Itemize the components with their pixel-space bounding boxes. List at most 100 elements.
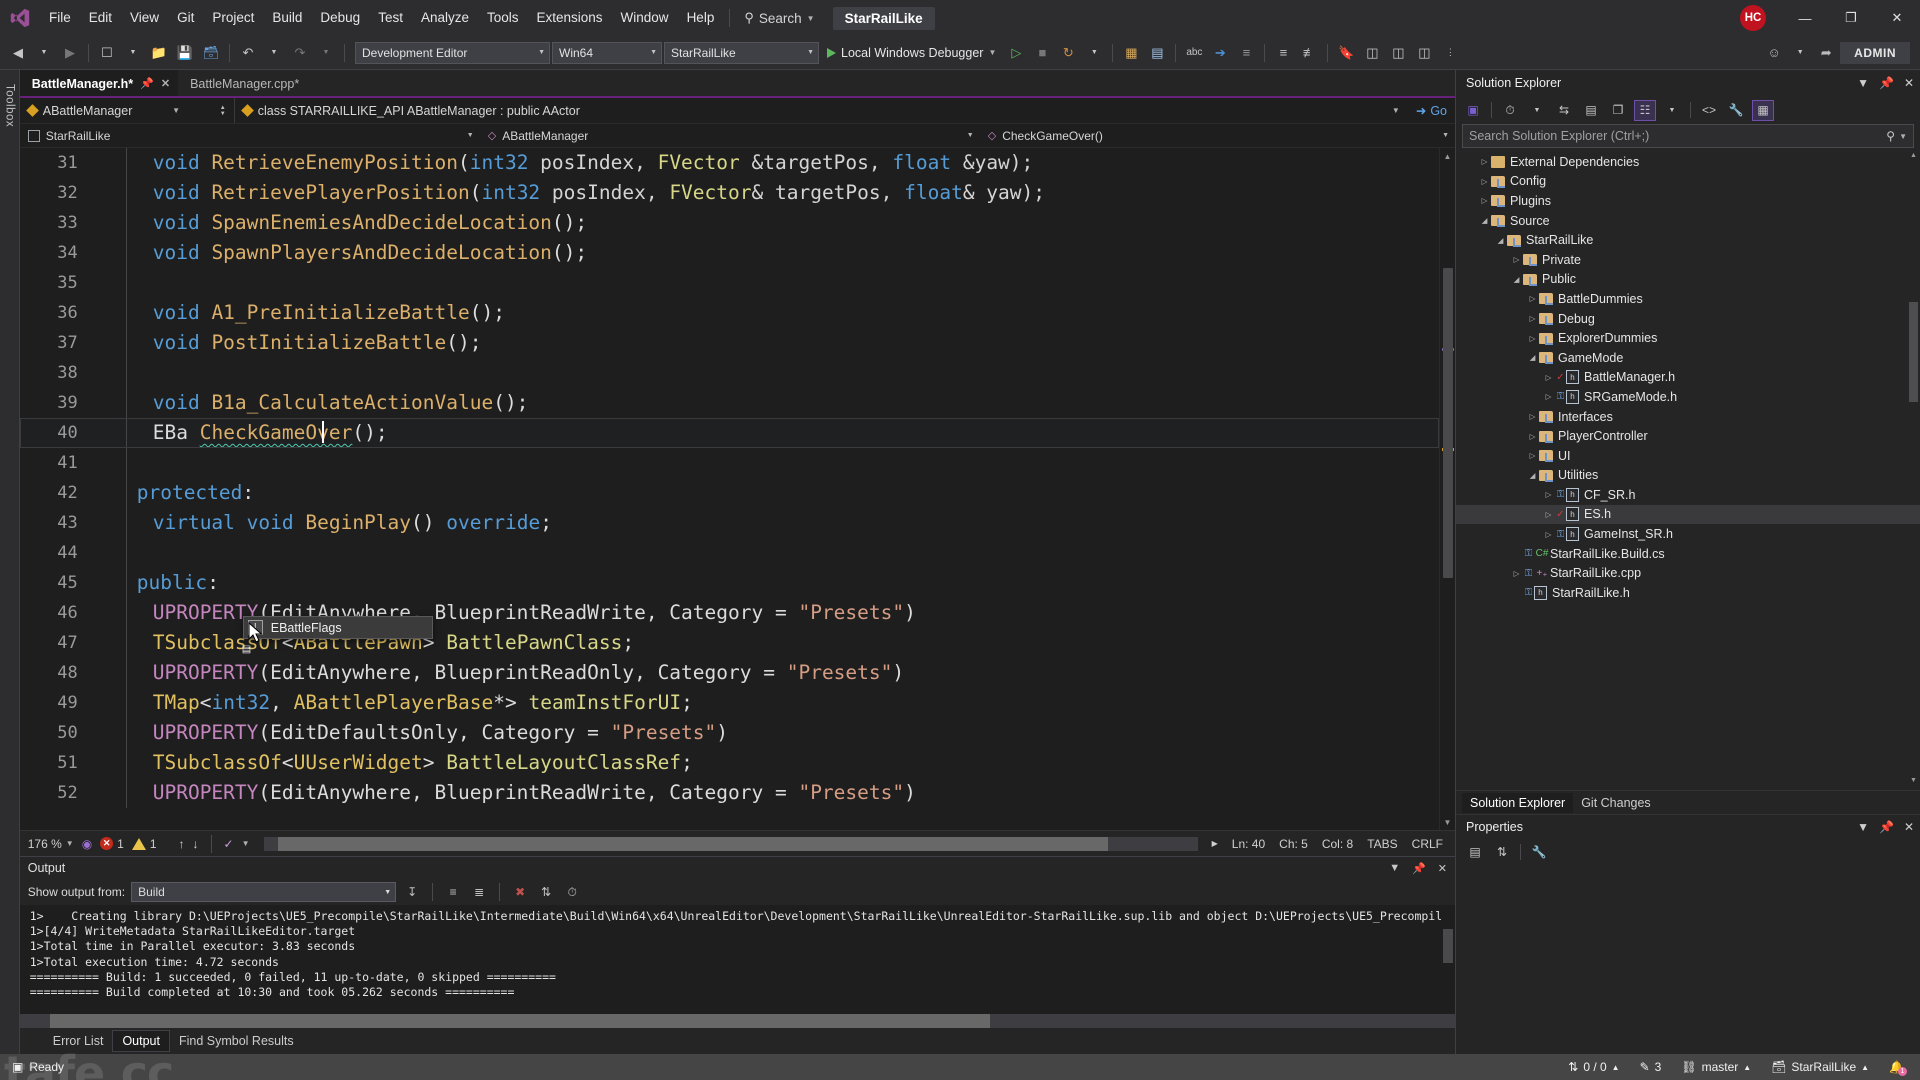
menu-project[interactable]: Project: [203, 0, 263, 36]
pointer-icon[interactable]: ➔: [1208, 41, 1232, 65]
tree-item[interactable]: ▷ UI: [1456, 446, 1920, 466]
code-line[interactable]: 49 TMap<int32, ABattlePlayerBase*> teamIn…: [20, 688, 1439, 718]
go-button[interactable]: ➜ Go: [1408, 98, 1455, 123]
code-line[interactable]: 41: [20, 448, 1439, 478]
configuration-select[interactable]: Development Editor ▼: [355, 41, 550, 64]
open-file-icon[interactable]: 📁: [147, 41, 171, 65]
categorized-icon[interactable]: ▤: [1464, 842, 1486, 863]
breadcrumb-project[interactable]: StarRailLike ▼: [20, 124, 480, 147]
chevron-down-icon[interactable]: ▼: [1857, 76, 1869, 90]
menu-build[interactable]: Build: [263, 0, 311, 36]
chevron-down-icon[interactable]: ▼: [121, 41, 145, 65]
menu-tools[interactable]: Tools: [478, 0, 528, 36]
undo-icon[interactable]: ↶: [236, 41, 260, 65]
tree-vertical-scrollbar[interactable]: ▲ ▼: [1907, 152, 1920, 790]
code-vertical-scrollbar[interactable]: ▲ ▼: [1439, 148, 1455, 830]
error-count[interactable]: ✕ 1: [100, 837, 124, 851]
chevron-down-icon[interactable]: ◢: [1526, 471, 1539, 480]
menu-edit[interactable]: Edit: [80, 0, 121, 36]
navigate-forward-icon[interactable]: ▶: [58, 41, 82, 65]
spell-check-icon[interactable]: abc: [1182, 41, 1206, 65]
indent-icon[interactable]: ≡: [1234, 41, 1258, 65]
clear-pane-icon[interactable]: ✖: [510, 882, 530, 902]
global-search-input[interactable]: ⚲ Search ▼: [736, 6, 822, 30]
menu-debug[interactable]: Debug: [311, 0, 369, 36]
code-line[interactable]: 32 void RetrievePlayerPosition(int32 posI…: [20, 178, 1439, 208]
uncomment-icon[interactable]: ≢: [1297, 41, 1321, 65]
prev-issue-icon[interactable]: ↑: [179, 837, 185, 851]
bookmark-icon[interactable]: 🔖: [1334, 41, 1358, 65]
menu-window[interactable]: Window: [612, 0, 678, 36]
tree-item[interactable]: ▷ ⚿ h GameInst_SR.h: [1456, 524, 1920, 544]
show-all-files-icon[interactable]: ☷: [1634, 99, 1656, 121]
code-line[interactable]: 36 void A1_PreInitializeBattle();: [20, 298, 1439, 328]
tree-item[interactable]: ⚿ h StarRailLike.h: [1456, 583, 1920, 603]
code-line[interactable]: 50 UPROPERTY(EditDefaultsOnly, Category =…: [20, 718, 1439, 748]
code-line[interactable]: 51 TSubclassOf<UUserWidget> BattleLayoutC…: [20, 748, 1439, 778]
chevron-down-icon[interactable]: ▼: [1389, 862, 1400, 874]
tree-item[interactable]: ▷ PlayerController: [1456, 426, 1920, 446]
tab-find-symbol-results[interactable]: Find Symbol Results: [170, 1031, 303, 1051]
new-item-icon[interactable]: ☐: [95, 41, 119, 65]
code-line[interactable]: 39 void B1a_CalculateActionValue();: [20, 388, 1439, 418]
solution-explorer-home-icon[interactable]: ▣: [1462, 100, 1484, 121]
navigate-back-icon[interactable]: ◀: [6, 41, 30, 65]
history-icon[interactable]: ⏱: [562, 882, 582, 902]
pin-icon[interactable]: 📌: [1879, 76, 1894, 90]
close-icon[interactable]: ✕: [1438, 862, 1447, 875]
pending-changes-icon[interactable]: ⏱: [1499, 100, 1521, 121]
code-line[interactable]: 43 virtual void BeginPlay() override;: [20, 508, 1439, 538]
close-icon[interactable]: ✕: [1904, 76, 1914, 90]
chevron-right-icon[interactable]: ▷: [1526, 451, 1539, 460]
chevron-right-icon[interactable]: ▷: [1478, 177, 1491, 186]
branch-status[interactable]: ⛓ master ▲: [1681, 1060, 1751, 1074]
chevron-right-icon[interactable]: ▷: [1510, 255, 1523, 264]
intellicode-icon[interactable]: ◉: [82, 837, 92, 851]
breadcrumb-member[interactable]: ◇ CheckGameOver() ▼: [980, 124, 1455, 147]
comment-icon[interactable]: ≡: [1271, 41, 1295, 65]
chevron-down-icon[interactable]: ▼: [242, 839, 250, 848]
warning-count[interactable]: 1: [131, 837, 157, 851]
tree-item[interactable]: ▷ Plugins: [1456, 191, 1920, 211]
code-line[interactable]: 48 UPROPERTY(EditAnywhere, BlueprintReadO…: [20, 658, 1439, 688]
live-share-icon[interactable]: ➦: [1814, 41, 1838, 65]
restore-icon[interactable]: ❐: [1828, 0, 1874, 36]
close-icon[interactable]: ✕: [161, 77, 170, 90]
platform-select[interactable]: Win64 ▼: [552, 41, 662, 64]
chevron-right-icon[interactable]: ▷: [1542, 490, 1555, 499]
window-layout-icon[interactable]: ◫: [1360, 41, 1384, 65]
chevron-right-icon[interactable]: ▷: [1526, 314, 1539, 323]
chevron-right-icon[interactable]: ▷: [1510, 569, 1523, 578]
tree-item[interactable]: ▷ Config: [1456, 172, 1920, 192]
close-icon[interactable]: ✕: [1904, 820, 1914, 834]
chevron-right-icon[interactable]: ▷: [1542, 392, 1555, 401]
tree-item[interactable]: ◢ Public: [1456, 270, 1920, 290]
code-line[interactable]: 31 void RetrieveEnemyPosition(int32 posIn…: [20, 148, 1439, 178]
indent-mode[interactable]: TABS: [1367, 837, 1397, 851]
code-line[interactable]: 37 void PostInitializeBattle();: [20, 328, 1439, 358]
properties-wrench-icon[interactable]: 🔧: [1528, 842, 1550, 863]
chevron-down-icon[interactable]: ▼: [262, 41, 286, 65]
pin-icon[interactable]: 📌: [1879, 820, 1894, 834]
editor-tab-battlemanager-cpp[interactable]: BattleManager.cpp*: [178, 70, 308, 96]
properties-icon[interactable]: 🔧: [1725, 100, 1747, 121]
minimize-icon[interactable]: —: [1782, 0, 1828, 36]
tree-item[interactable]: ▷ BattleDummies: [1456, 289, 1920, 309]
scroll-thumb[interactable]: [1909, 302, 1918, 402]
avatar[interactable]: HC: [1740, 5, 1766, 31]
overflow-arrow-icon[interactable]: ▶: [1212, 839, 1218, 848]
chevron-down-icon[interactable]: ▼: [314, 41, 338, 65]
tab-error-list[interactable]: Error List: [44, 1031, 113, 1051]
start-debugging-button[interactable]: Local Windows Debugger ▼: [821, 41, 1002, 65]
chevron-right-icon[interactable]: ▷: [1542, 530, 1555, 539]
tree-item[interactable]: ▷ Interfaces: [1456, 407, 1920, 427]
chevron-right-icon[interactable]: ▷: [1526, 412, 1539, 421]
overflow-icon[interactable]: ⋮: [1438, 41, 1462, 65]
redo-icon[interactable]: ↷: [288, 41, 312, 65]
code-line[interactable]: 35: [20, 268, 1439, 298]
scope-select[interactable]: ABattleManager ▼ ▲ ▼: [20, 98, 235, 123]
code-line[interactable]: 40 EBa CheckGameOver();: [19, 418, 1439, 448]
toggle-wordwrap-icon[interactable]: ≣: [469, 882, 489, 902]
pending-changes-status[interactable]: ✎ 3: [1640, 1060, 1662, 1074]
scroll-down-icon[interactable]: ▼: [1440, 814, 1455, 830]
